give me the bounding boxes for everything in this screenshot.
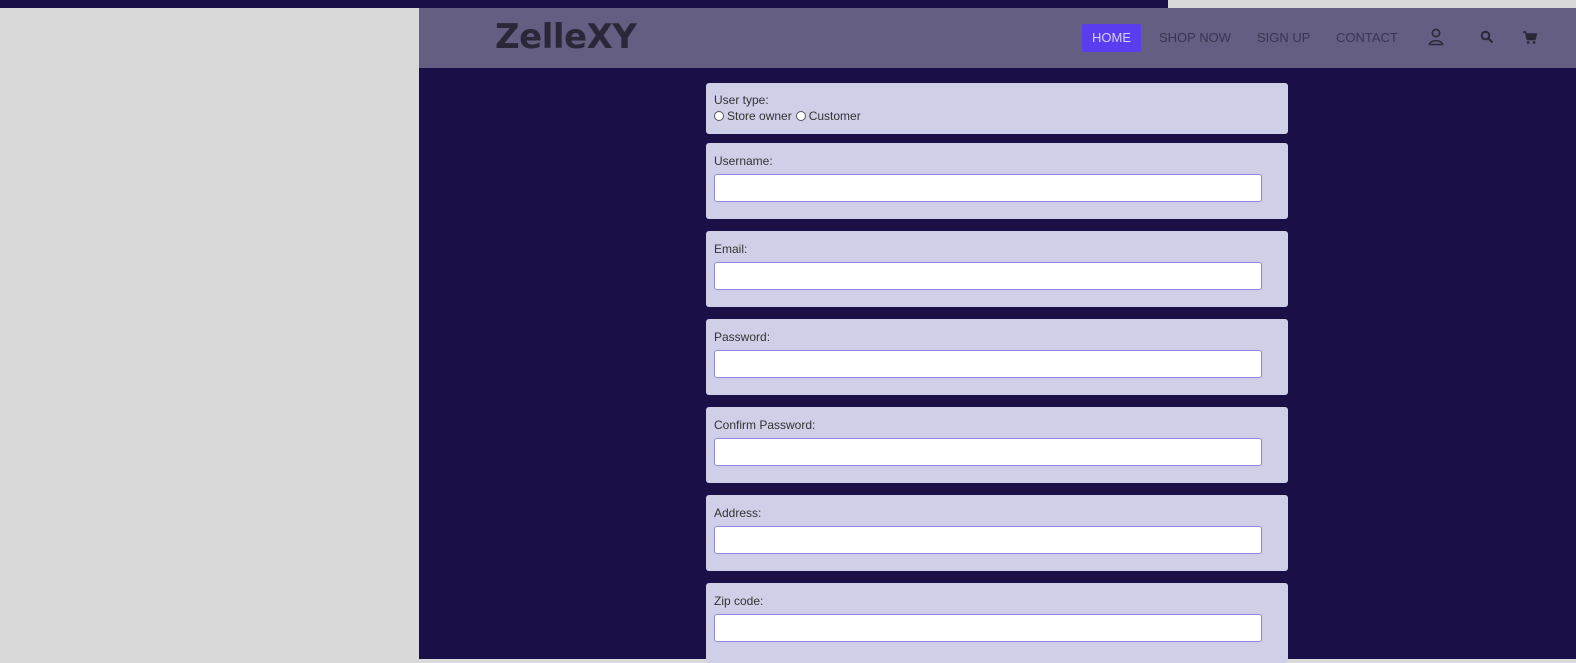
confirm-password-label: Confirm Password:	[714, 418, 816, 432]
user-type-group: User type: Store owner Customer	[706, 83, 1288, 134]
brand-logo[interactable]: ZelleXY	[495, 17, 637, 57]
user-type-label: User type:	[714, 93, 769, 107]
confirm-password-input[interactable]	[714, 438, 1262, 466]
email-group: Email:	[706, 231, 1288, 307]
zip-code-label: Zip code:	[714, 594, 764, 608]
password-input[interactable]	[714, 350, 1262, 378]
email-label: Email:	[714, 242, 748, 256]
nav-contact[interactable]: CONTACT	[1336, 24, 1398, 52]
confirm-password-group: Confirm Password:	[706, 407, 1288, 483]
password-group: Password:	[706, 319, 1288, 395]
zip-code-group: Zip code:	[706, 583, 1288, 663]
customer-radio[interactable]	[795, 111, 806, 121]
search-icon[interactable]	[1476, 26, 1498, 48]
address-label: Address:	[714, 506, 762, 520]
nav-sign-up[interactable]: SIGN UP	[1257, 24, 1310, 52]
user-icon[interactable]	[1425, 26, 1447, 48]
navbar: ZelleXY HOME SHOP NOW SIGN UP CONTACT	[419, 8, 1576, 68]
nav-home[interactable]: HOME	[1082, 24, 1141, 52]
password-label: Password:	[714, 330, 771, 344]
username-label: Username:	[714, 154, 773, 168]
username-group: Username:	[706, 143, 1288, 219]
address-input[interactable]	[714, 526, 1262, 554]
cart-icon[interactable]	[1519, 26, 1541, 48]
username-input[interactable]	[714, 174, 1262, 202]
user-type-options: Store owner Customer	[714, 109, 861, 123]
customer-label[interactable]: Customer	[809, 109, 861, 123]
zip-code-input[interactable]	[714, 614, 1262, 642]
nav-shop-now[interactable]: SHOP NOW	[1159, 24, 1231, 52]
store-owner-radio[interactable]	[714, 111, 724, 121]
page: ZelleXY HOME SHOP NOW SIGN UP CONTACT Us…	[419, 8, 1576, 663]
top-background-strip	[0, 0, 1168, 8]
store-owner-label[interactable]: Store owner	[727, 109, 792, 123]
address-group: Address:	[706, 495, 1288, 571]
email-input[interactable]	[714, 262, 1262, 290]
